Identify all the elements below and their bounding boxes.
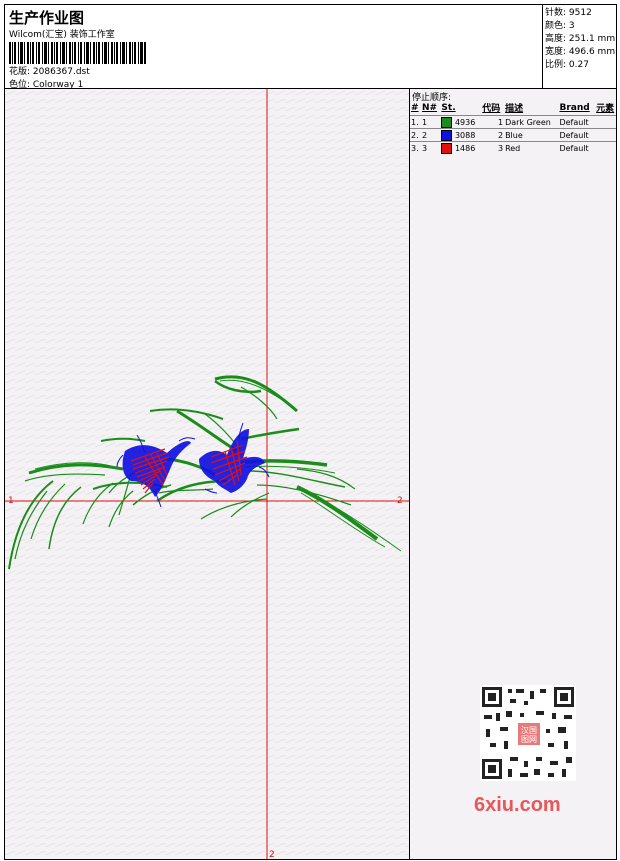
col-description: 描述 — [505, 104, 524, 114]
col-index: # — [411, 102, 419, 113]
axis-label-bottom: 2 — [269, 850, 275, 859]
color-table-header: # N# St. 代码 描述 Brand 元素 — [410, 100, 616, 116]
col-element: 元素 — [596, 104, 615, 114]
col-stitches: St. — [441, 102, 456, 113]
studio-name: Wilcom(汇宝) 装饰工作室 — [9, 30, 115, 40]
color-swatch — [441, 129, 453, 141]
design-stats: 针数: 9512 颜色: 3 高度: 251.1 mm 宽度: 496.6 mm… — [542, 4, 617, 89]
stat-scale: 比例: 0.27 — [545, 60, 589, 70]
seal-text-bottom: 图网 — [521, 735, 537, 744]
color-table: # N# St. 代码 描述 Brand 元素 1. 1 4936 1 Dark… — [410, 100, 616, 154]
stat-width: 宽度: 496.6 mm — [545, 47, 616, 57]
color-swatch — [441, 142, 453, 154]
stat-height: 高度: 251.1 mm — [545, 34, 616, 44]
stat-colors: 颜色: 3 — [545, 21, 575, 31]
stop-sequence-panel: 停止顺序: # N# St. 代码 描述 Brand 元素 1. 1 4936 … — [409, 88, 617, 860]
design-canvas[interactable]: 1 2 2 — [4, 88, 410, 860]
axis-label-right: 2 — [397, 496, 403, 506]
barcode — [9, 42, 146, 64]
col-brand: Brand — [559, 102, 590, 113]
watermark: 汉国 图网 6xiu.com — [474, 685, 576, 816]
color-swatch — [441, 116, 453, 128]
header-info: 生产作业图 Wilcom(汇宝) 装饰工作室 花版: 2086367.dst 色… — [4, 4, 543, 90]
col-code: 代码 — [482, 104, 501, 114]
page-title: 生产作业图 — [9, 9, 85, 27]
watermark-site: 6xiu.com — [474, 794, 561, 816]
design-filename: 花版: 2086367.dst — [9, 67, 90, 77]
stat-stitches: 针数: 9512 — [545, 8, 592, 18]
color-row[interactable]: 2. 2 3088 2 Blue Default — [410, 128, 616, 142]
qr-code: 汉国 图网 — [480, 685, 576, 781]
axis-label-left: 1 — [8, 496, 14, 506]
color-row[interactable]: 1. 1 4936 1 Dark Green Default — [410, 115, 616, 129]
design-preview: 1 2 2 — [5, 89, 409, 859]
col-n: N# — [421, 102, 438, 113]
color-row[interactable]: 3. 3 1486 3 Red Default — [410, 141, 616, 154]
seal-text-top: 汉国 — [521, 726, 537, 735]
